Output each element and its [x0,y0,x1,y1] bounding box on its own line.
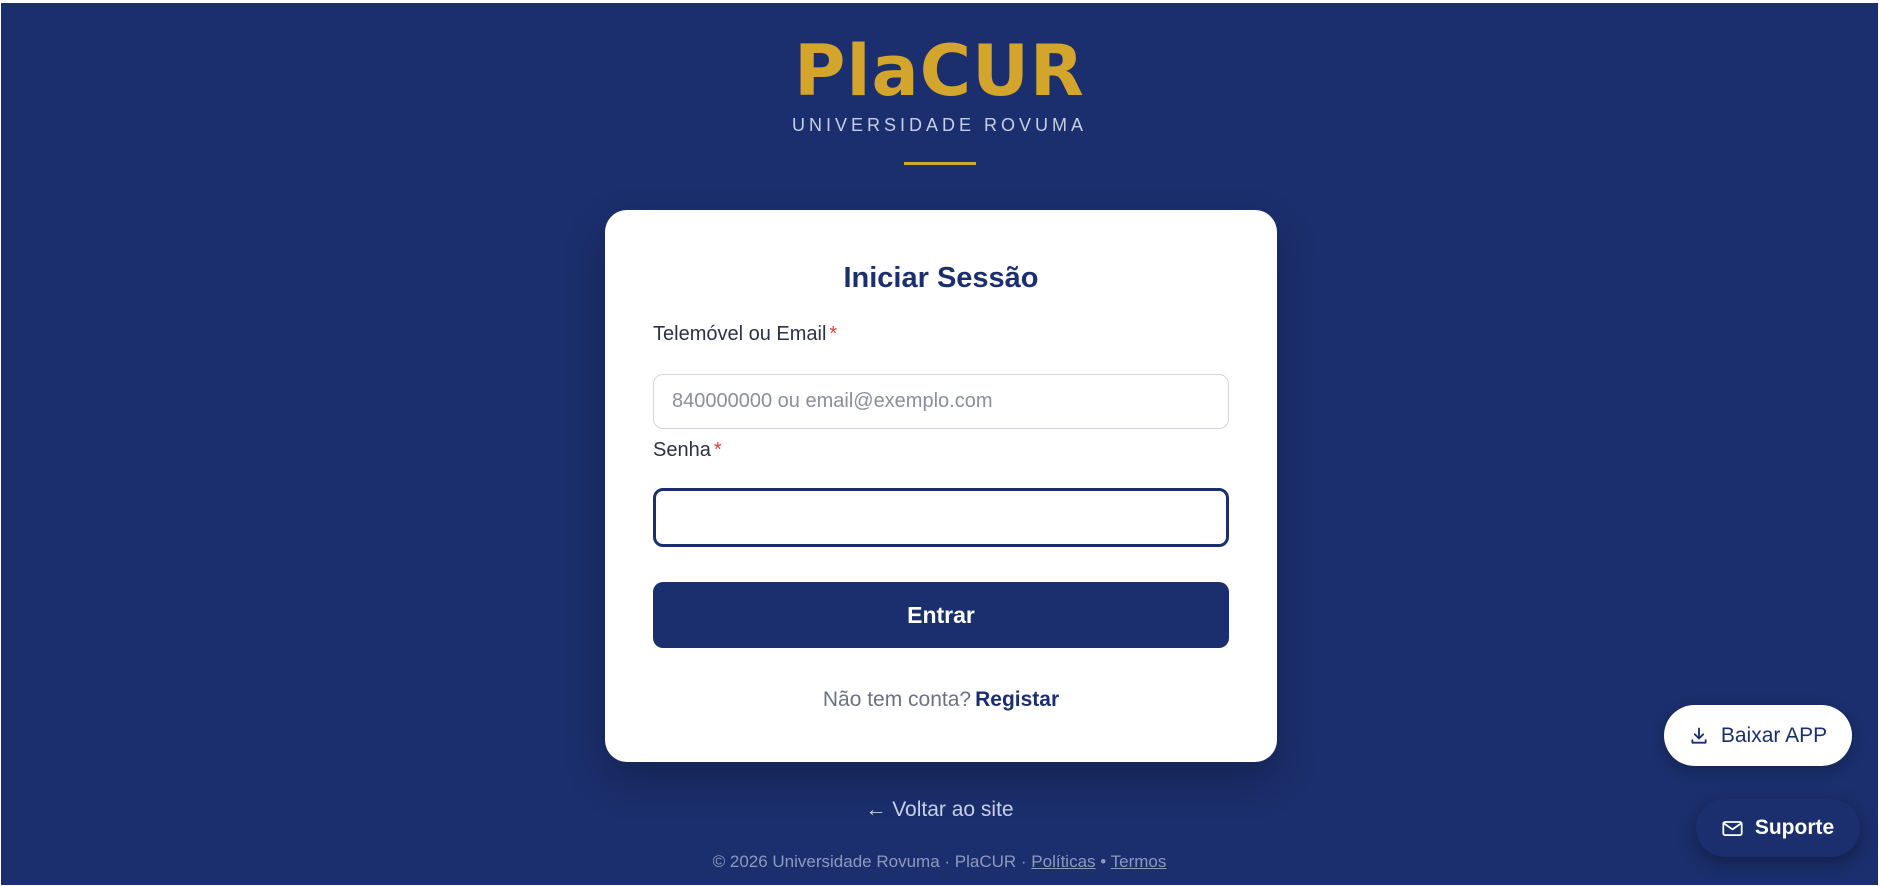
footer-separator: • [1100,852,1107,871]
login-button[interactable]: Entrar [653,582,1229,648]
footer-copyright: © 2026 Universidade Rovuma · PlaCUR · [712,852,1027,871]
terms-link[interactable]: Termos [1111,852,1167,871]
email-label: Telemóvel ou Email * [653,323,837,346]
brand-divider [903,162,976,165]
login-title: Iniciar Sessão [843,262,1039,294]
password-label: Senha * [653,439,722,462]
register-link[interactable]: Registar [975,688,1059,711]
brand-header: PlaCUR UNIVERSIDADE ROVUMA [1,31,1878,165]
footer: © 2026 Universidade Rovuma · PlaCUR · Po… [1,852,1878,872]
register-prompt: Não tem conta? Registar [605,688,1277,712]
back-to-site-link[interactable]: ← Voltar ao site [1,798,1878,822]
no-account-text: Não tem conta? [822,688,972,711]
download-icon [1689,726,1709,746]
download-app-button[interactable]: Baixar APP [1664,705,1852,766]
required-marker: * [713,439,722,461]
brand-subtitle: UNIVERSIDADE ROVUMA [791,115,1088,135]
download-app-label: Baixar APP [1720,723,1828,747]
mail-icon [1722,820,1743,837]
login-card: Iniciar Sessão Telemóvel ou Email* Senha… [605,210,1277,762]
password-field[interactable] [653,488,1229,547]
email-label-text: Telemóvel ou Email [653,323,827,345]
support-button[interactable]: Suporte [1696,799,1860,857]
required-marker: * [829,323,838,345]
login-page: PlaCUR UNIVERSIDADE ROVUMA Iniciar Sessã… [1,3,1878,885]
password-label-text: Senha [653,439,711,461]
email-field[interactable] [653,374,1229,429]
brand-logo: PlaCUR [794,30,1085,112]
support-label: Suporte [1754,816,1835,839]
policies-link[interactable]: Políticas [1031,852,1095,871]
